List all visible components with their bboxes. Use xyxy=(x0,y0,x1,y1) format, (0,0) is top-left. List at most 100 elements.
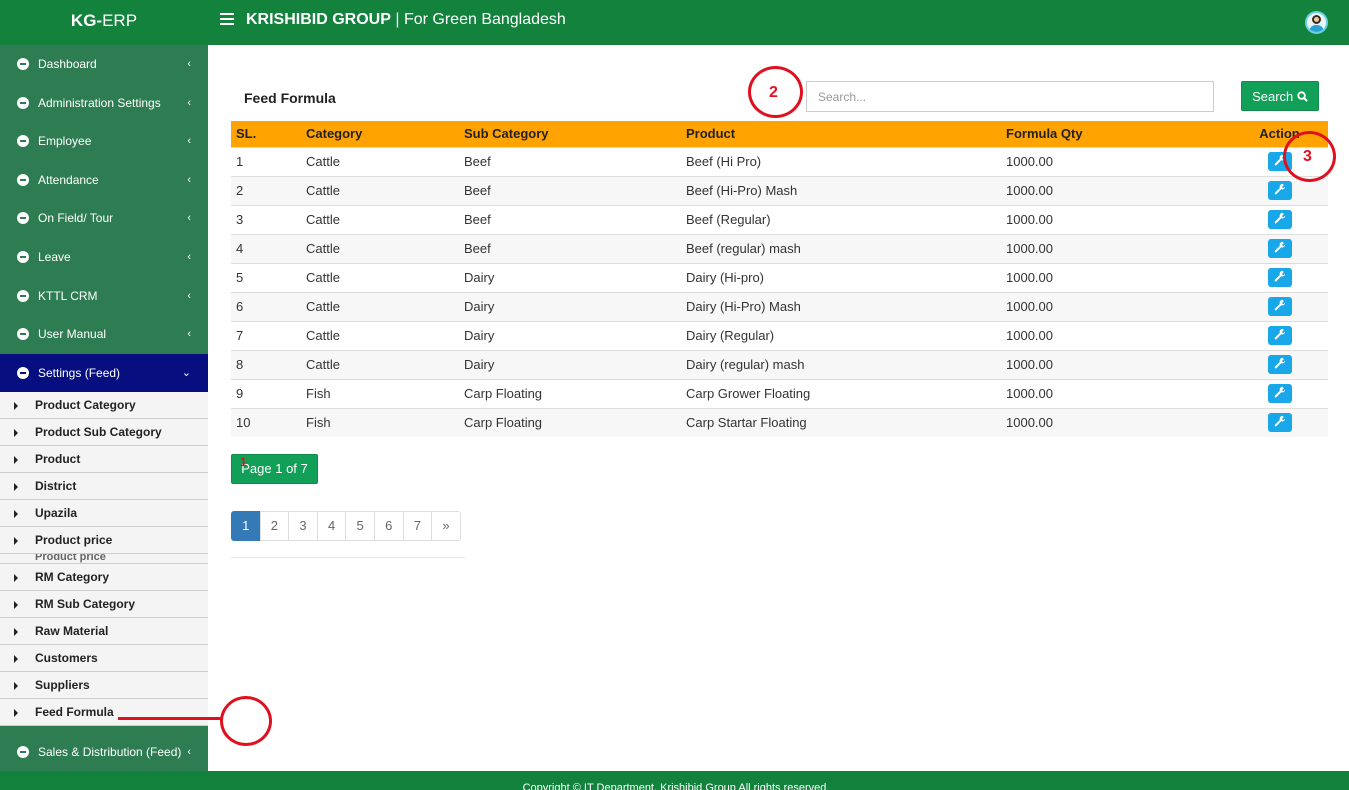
submenu-item-upazila[interactable]: Upazila xyxy=(0,500,208,528)
submenu-item-label: Product price xyxy=(35,554,106,564)
table-cell: Cattle xyxy=(301,291,459,321)
table-cell: 5 xyxy=(231,262,301,292)
table-cell: Cattle xyxy=(301,349,459,379)
table-cell: Fish xyxy=(301,378,459,408)
sidebar-item-administration-settings[interactable]: Administration Settings ‹ xyxy=(0,84,208,123)
table-cell: 4 xyxy=(231,233,301,263)
submenu-item-product-price[interactable]: Product price xyxy=(0,554,208,565)
edit-button[interactable] xyxy=(1267,181,1292,200)
search-input[interactable] xyxy=(806,81,1214,112)
chevron-icon: ‹ xyxy=(187,135,191,148)
wrench-icon xyxy=(1274,241,1285,253)
sidebar-item-label: Administration Settings xyxy=(38,95,161,110)
pagination-page-1[interactable]: 1 xyxy=(231,511,261,541)
table-cell: 1000.00 xyxy=(1001,320,1231,350)
sidebar-item-sales-distribution[interactable]: Sales & Distribution (Feed) ‹ xyxy=(0,733,208,771)
chevron-icon: ‹ xyxy=(187,289,191,302)
collapse-minus-icon xyxy=(17,289,29,302)
collapse-minus-icon xyxy=(17,212,29,225)
pagination-page-5[interactable]: 5 xyxy=(345,511,375,541)
edit-button[interactable] xyxy=(1267,268,1292,287)
wrench-icon xyxy=(1274,328,1285,340)
table-cell: Cattle xyxy=(301,320,459,350)
wrench-icon xyxy=(1274,386,1285,398)
sidebar-item-label: On Field/ Tour xyxy=(38,211,114,226)
column-header-formula-qty[interactable]: Formula Qty xyxy=(1001,121,1231,147)
sidebar: Dashboard ‹ Administration Settings ‹ Employ… xyxy=(0,45,208,771)
sidebar-item-kttl-crm[interactable]: KTTL CRM ‹ xyxy=(0,277,208,316)
app-title-rest: For Green Bangladesh xyxy=(403,11,566,28)
submenu-item-label: RM Sub Category xyxy=(35,597,136,612)
search-button-label: Search xyxy=(1252,88,1294,104)
edit-button[interactable] xyxy=(1267,297,1292,316)
edit-button[interactable] xyxy=(1267,355,1292,374)
sidebar-item-label: Employee xyxy=(38,134,92,149)
pagination-page-6[interactable]: 6 xyxy=(373,511,404,541)
sidebar-item-attendance[interactable]: Attendance ‹ xyxy=(0,161,208,200)
table-row: 9 Fish Carp Floating Carp Grower Floating 10… xyxy=(231,378,1328,408)
submenu-item-label: Customers xyxy=(35,651,98,666)
submenu-item-district[interactable]: District xyxy=(0,473,208,501)
column-header-sub-category[interactable]: Sub Category xyxy=(459,121,681,147)
column-header-product[interactable]: Product xyxy=(681,121,1001,147)
table-row: 6 Cattle Dairy Dairy (Hi-Pro) Mash 1000.00 xyxy=(231,291,1328,321)
edit-button[interactable] xyxy=(1267,210,1292,229)
wrench-icon xyxy=(1274,183,1285,195)
submenu-item-label: Product xyxy=(35,452,81,467)
edit-button[interactable] xyxy=(1267,384,1292,403)
sidebar-item-dashboard[interactable]: Dashboard ‹ xyxy=(0,45,208,84)
pagination-next-button[interactable]: » xyxy=(431,511,461,541)
submenu-item-label: Upazila xyxy=(35,506,78,521)
caret-right-icon xyxy=(14,510,18,519)
action-cell xyxy=(1231,262,1328,292)
pagination-page-4[interactable]: 4 xyxy=(316,511,347,541)
menu-toggle-icon[interactable] xyxy=(220,13,234,25)
edit-button[interactable] xyxy=(1267,239,1292,258)
submenu-item-product-sub-category[interactable]: Product Sub Category xyxy=(0,419,208,447)
feed-formula-table: SL. Category Sub Category Product Formula Qt… xyxy=(231,121,1328,437)
sidebar-item-settings-feed[interactable]: Settings (Feed) ⌄ xyxy=(0,353,208,393)
pagination-page-3[interactable]: 3 xyxy=(288,511,318,541)
submenu-item-product-price[interactable]: Product price xyxy=(0,527,208,555)
user-avatar[interactable] xyxy=(1305,11,1328,34)
footer: Copyright © IT Department, Krishibid Gro… xyxy=(0,771,1349,790)
sidebar-item-leave[interactable]: Leave ‹ xyxy=(0,238,208,277)
submenu-item-product[interactable]: Product xyxy=(0,446,208,474)
top-header: KG-ERP KRISHIBID GROUP | For Green Bangl… xyxy=(0,0,1349,45)
table-cell: Beef (Hi Pro) xyxy=(681,146,1001,176)
brand-rest: ERP xyxy=(102,11,138,30)
sidebar-item-employee[interactable]: Employee ‹ xyxy=(0,122,208,161)
submenu-item-customers[interactable]: Customers xyxy=(0,645,208,673)
submenu-item-raw-material[interactable]: Raw Material xyxy=(0,618,208,646)
chevron-icon: ‹ xyxy=(187,58,191,70)
app-logo[interactable]: KG-ERP xyxy=(0,0,208,45)
table-cell: Beef xyxy=(459,233,681,263)
submenu-item-rm-category[interactable]: RM Category xyxy=(0,564,208,592)
table-cell: 1000.00 xyxy=(1001,175,1231,205)
table-row: 1 Cattle Beef Beef (Hi Pro) 1000.00 xyxy=(231,146,1328,176)
column-header-category[interactable]: Category xyxy=(301,121,459,147)
table-cell: 3 xyxy=(231,204,301,234)
footer-copyright: Copyright © IT Department, Krishibid Gro… xyxy=(522,782,827,790)
submenu-item-label: Product price xyxy=(35,533,113,548)
table-row: 10 Fish Carp Floating Carp Startar Floating… xyxy=(231,407,1328,437)
table-cell: Dairy (regular) mash xyxy=(681,349,1001,379)
pagination-page-2[interactable]: 2 xyxy=(259,511,290,541)
submenu-item-product-category[interactable]: Product Category xyxy=(0,392,208,420)
submenu-item-feed-formula[interactable]: Feed Formula xyxy=(0,699,208,727)
sidebar-item-user-manual[interactable]: User Manual ‹ xyxy=(0,315,208,354)
submenu-item-rm-sub-category[interactable]: RM Sub Category xyxy=(0,591,208,619)
table-cell: Beef (Hi-Pro) Mash xyxy=(681,175,1001,205)
search-button[interactable]: Search xyxy=(1241,81,1319,111)
column-header-sl[interactable]: SL. xyxy=(231,121,301,147)
table-cell: Cattle xyxy=(301,175,459,205)
edit-button[interactable] xyxy=(1267,413,1292,433)
sidebar-item-on-field-tour[interactable]: On Field/ Tour ‹ xyxy=(0,199,208,238)
submenu-item-suppliers[interactable]: Suppliers xyxy=(0,672,208,700)
chevron-icon: ‹ xyxy=(187,250,191,263)
app-title: KRISHIBID GROUP | For Green Bangladesh xyxy=(246,11,566,29)
chevron-icon: ‹ xyxy=(187,328,191,341)
pagination-page-7[interactable]: 7 xyxy=(402,511,433,541)
edit-button[interactable] xyxy=(1267,326,1292,345)
caret-right-icon xyxy=(14,601,18,610)
